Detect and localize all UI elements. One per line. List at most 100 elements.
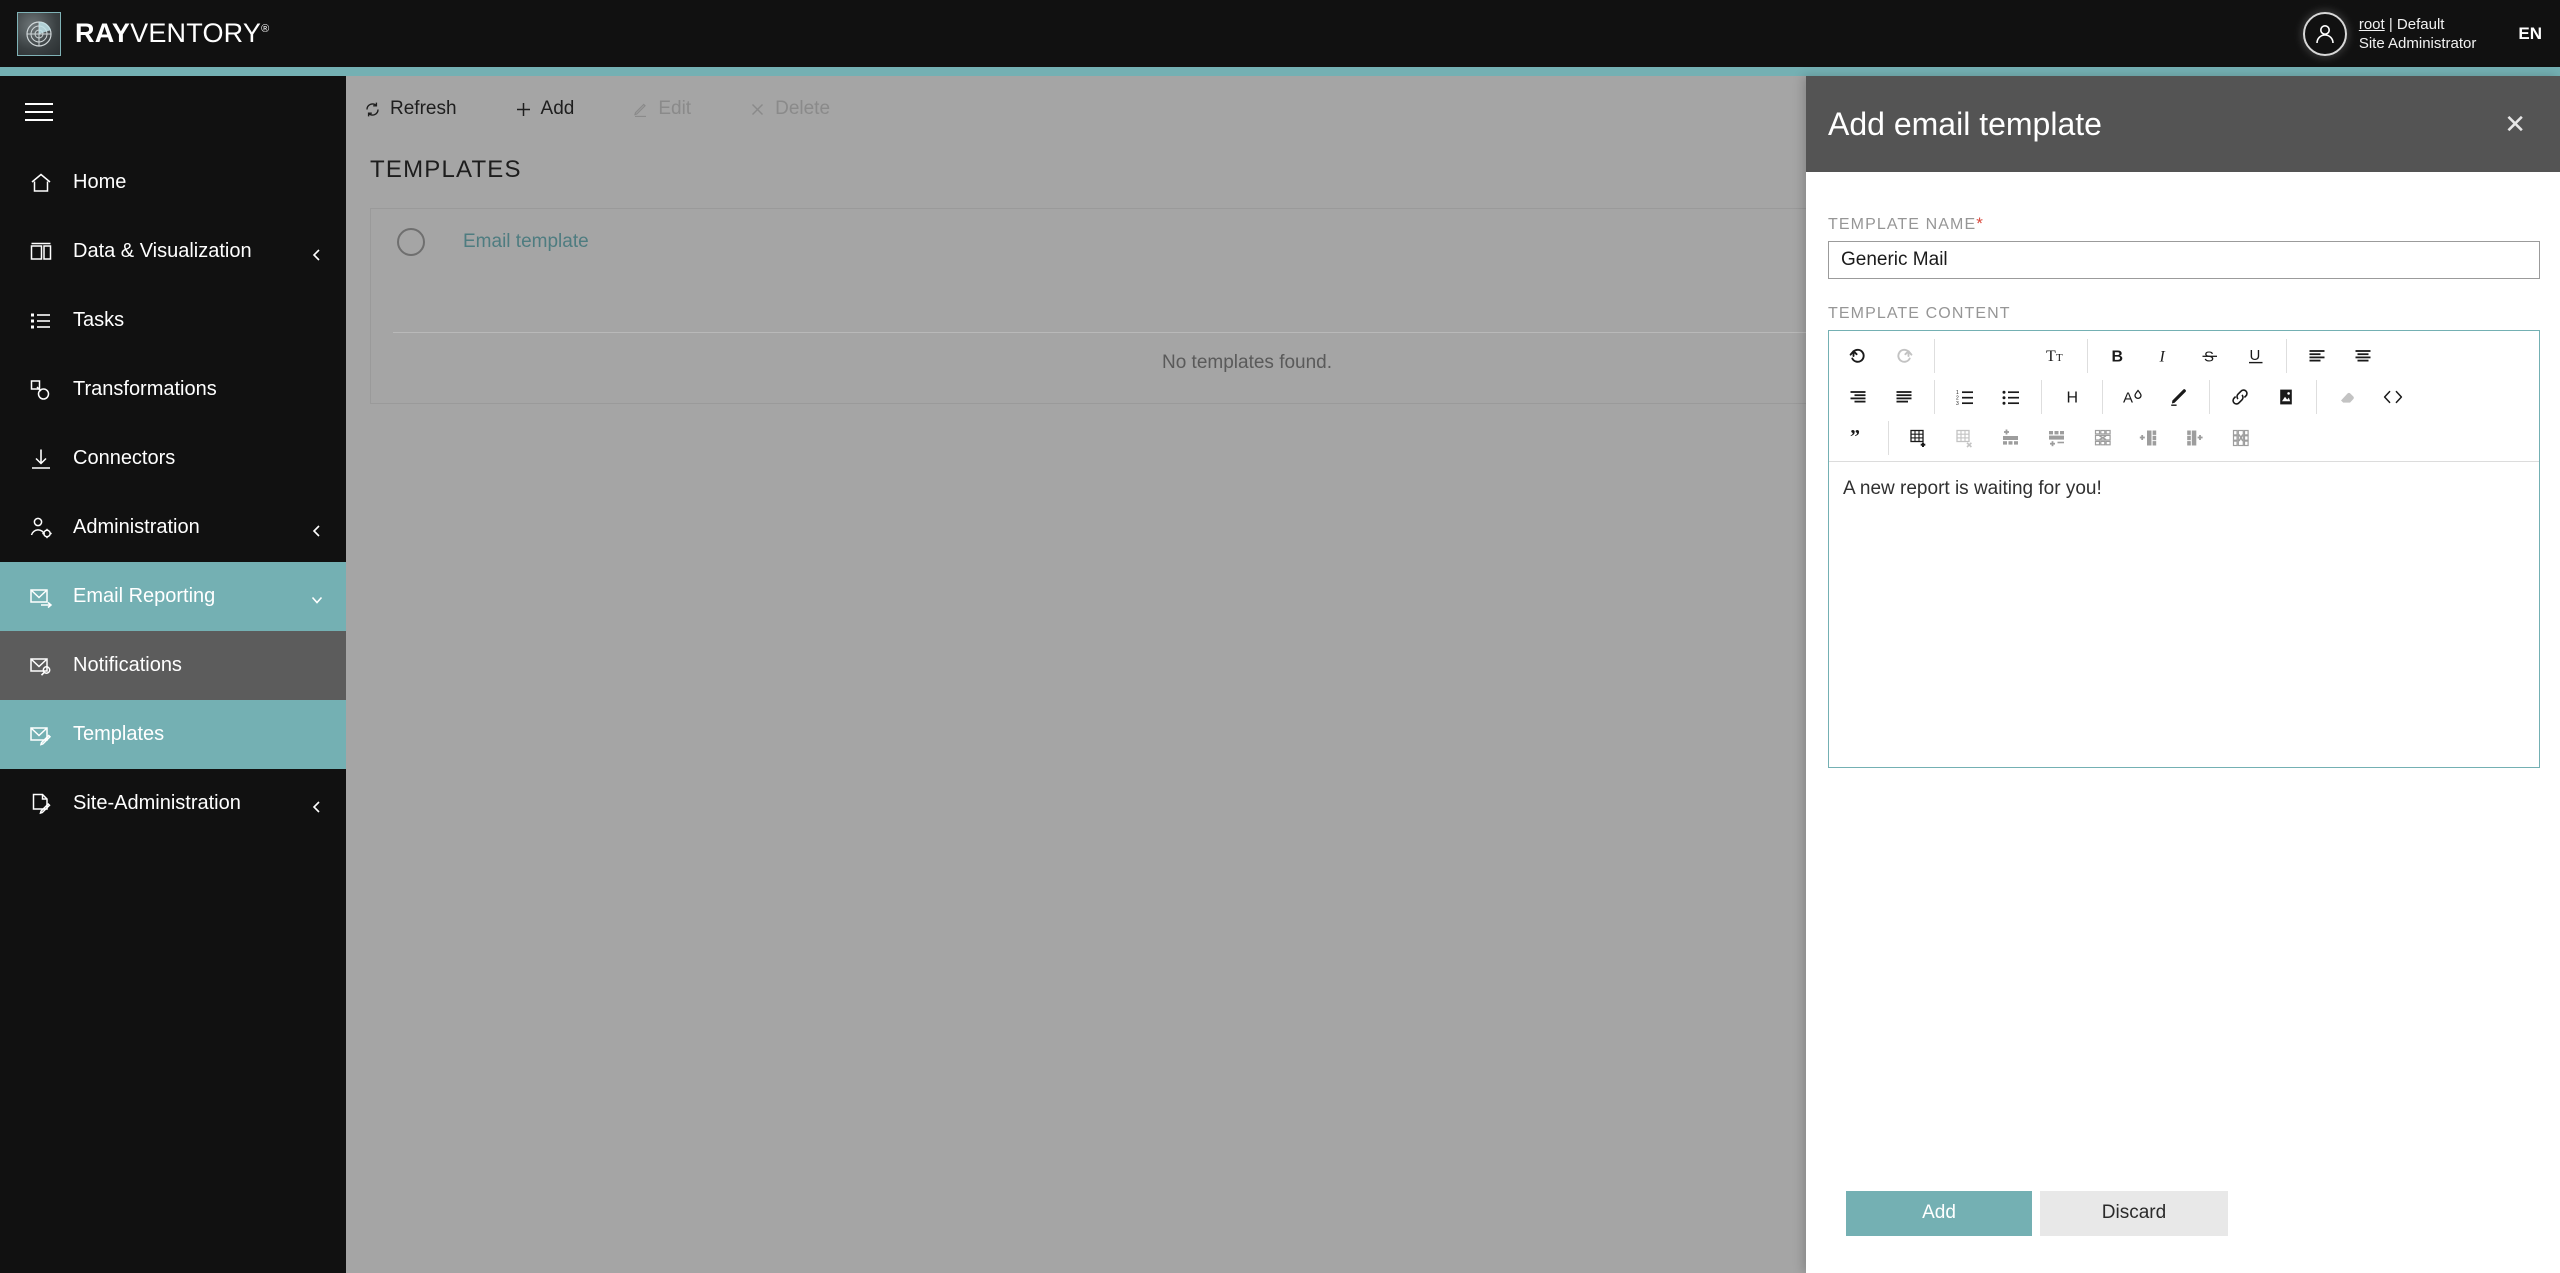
refresh-icon [366, 102, 379, 116]
table-delete-icon [1942, 421, 1988, 455]
unordered-list-icon[interactable] [1988, 380, 2034, 414]
sidebar-item-home[interactable]: Home [0, 148, 346, 217]
toolbar-separator [2316, 379, 2317, 414]
add-submit-button[interactable]: Add [1846, 1190, 2032, 1236]
code-icon[interactable] [2370, 380, 2416, 414]
drawer-footer: Add Discard [1806, 1153, 2560, 1273]
chevron-left-icon[interactable] [310, 797, 324, 813]
user-gear-icon [25, 512, 57, 544]
hamburger-icon[interactable] [0, 76, 346, 148]
refresh-label: Refresh [390, 98, 457, 119]
column-delete-icon [2218, 421, 2264, 455]
column-insert-right-icon [2172, 421, 2218, 455]
list-icon [25, 305, 57, 337]
drawer-title: Add email template [1828, 105, 2102, 142]
delete-label: Delete [775, 98, 831, 119]
highlight-icon[interactable] [2156, 380, 2202, 414]
underline-icon[interactable]: U [2233, 339, 2279, 373]
heading-icon[interactable]: H [2049, 380, 2095, 414]
blockquote-icon[interactable]: ” [1835, 421, 1881, 455]
brand-wordmark: RAYVENTORY® [75, 18, 269, 49]
sidebar-item-data-visualization[interactable]: Data & Visualization [0, 217, 346, 286]
mail-edit-icon [25, 719, 57, 751]
discard-button[interactable]: Discard [2040, 1190, 2228, 1236]
required-marker: * [1976, 214, 1984, 233]
drawer-header: Add email template ✕ [1806, 76, 2560, 172]
sidebar-item-label: Transformations [73, 378, 217, 400]
close-icon[interactable]: ✕ [2498, 107, 2532, 141]
column-header-email-template[interactable]: Email template [463, 231, 589, 253]
sidebar-item-email-reporting[interactable]: Email Reporting [0, 562, 346, 631]
strikethrough-icon[interactable]: S [2187, 339, 2233, 373]
top-bar: RAYVENTORY® root | Default Site Administ… [0, 0, 2560, 67]
sidebar-item-connectors[interactable]: Connectors [0, 424, 346, 493]
sidebar-item-administration[interactable]: Administration [0, 493, 346, 562]
svg-text:T: T [2056, 352, 2063, 364]
bold-icon[interactable]: B [2095, 339, 2141, 373]
svg-text:S: S [2204, 348, 2214, 365]
sidebar-item-label: Home [73, 171, 127, 193]
font-size-icon[interactable]: TT [2034, 339, 2080, 373]
language-selector[interactable]: EN [2518, 24, 2542, 44]
editor-toolbar-row-3: ” [1829, 417, 2539, 458]
sidebar-item-notifications[interactable]: Notifications [0, 631, 346, 700]
sidebar-item-templates[interactable]: Templates [0, 700, 346, 769]
select-all-radio[interactable] [397, 228, 425, 256]
toolbar-separator [1934, 379, 1935, 414]
toolbar-separator [2087, 338, 2088, 373]
redo-icon [1881, 339, 1927, 373]
sidebar-item-label: Data & Visualization [73, 240, 252, 262]
transform-icon [25, 374, 57, 406]
align-center-icon[interactable] [2340, 339, 2386, 373]
page-edit-icon [25, 788, 57, 820]
user-avatar-icon [2302, 11, 2347, 56]
toolbar-separator [2102, 379, 2103, 414]
download-icon [25, 443, 57, 475]
template-name-label-text: TEMPLATE NAME [1828, 216, 1977, 233]
align-justify-icon[interactable] [1881, 380, 1927, 414]
undo-icon[interactable] [1835, 339, 1881, 373]
editor-toolbar-row-2: 123 H A [1829, 376, 2539, 417]
refresh-button[interactable]: Refresh [364, 98, 457, 120]
link-icon[interactable] [2217, 380, 2263, 414]
edit-label: Edit [658, 98, 692, 119]
toolbar-separator [2041, 379, 2042, 414]
chevron-left-icon[interactable] [310, 521, 324, 537]
chevron-left-icon[interactable] [310, 245, 324, 261]
template-name-label: TEMPLATE NAME* [1828, 214, 2538, 234]
column-insert-left-icon [2126, 421, 2172, 455]
dashboard-icon [25, 236, 57, 268]
sidebar-nav-list: Home Data & Visualization Tasks Transformat… [0, 148, 346, 838]
accent-bar [0, 67, 2560, 76]
sidebar-item-label: Email Reporting [73, 585, 216, 607]
user-name-line[interactable]: root | Default [2359, 15, 2477, 34]
toolbar-separator [2286, 338, 2287, 373]
ordered-list-icon[interactable]: 123 [1942, 380, 1988, 414]
pencil-icon [634, 103, 647, 117]
align-left-icon[interactable] [2294, 339, 2340, 373]
sidebar-item-label: Notifications [73, 654, 182, 676]
image-icon[interactable] [2263, 380, 2309, 414]
italic-icon[interactable]: I [2141, 339, 2187, 373]
edit-button: Edit [632, 98, 691, 120]
sidebar-item-site-administration[interactable]: Site-Administration [0, 769, 346, 838]
user-area[interactable]: root | Default Site Administrator EN [2302, 0, 2560, 67]
rich-text-editor: TT B I S U 123 H A ” A new report is waiting f… [1828, 330, 2540, 768]
sidebar-item-tasks[interactable]: Tasks [0, 286, 346, 355]
align-right-icon[interactable] [1835, 380, 1881, 414]
user-role: Site Administrator [2358, 34, 2477, 52]
row-insert-below-icon [2034, 421, 2080, 455]
template-name-input[interactable] [1828, 241, 2540, 279]
add-button[interactable]: Add [515, 98, 574, 120]
chevron-down-icon[interactable] [310, 590, 324, 604]
editor-content-area[interactable]: A new report is waiting for you! [1829, 462, 2539, 767]
sidebar-item-transformations[interactable]: Transformations [0, 355, 346, 424]
svg-text:A: A [2123, 389, 2133, 406]
table-insert-icon[interactable] [1896, 421, 1942, 455]
editor-toolbar: TT B I S U 123 H A ” [1829, 331, 2539, 458]
user-name[interactable]: root [2359, 16, 2385, 33]
sidebar-item-label: Tasks [73, 309, 125, 331]
text-color-icon[interactable]: A [2110, 380, 2156, 414]
